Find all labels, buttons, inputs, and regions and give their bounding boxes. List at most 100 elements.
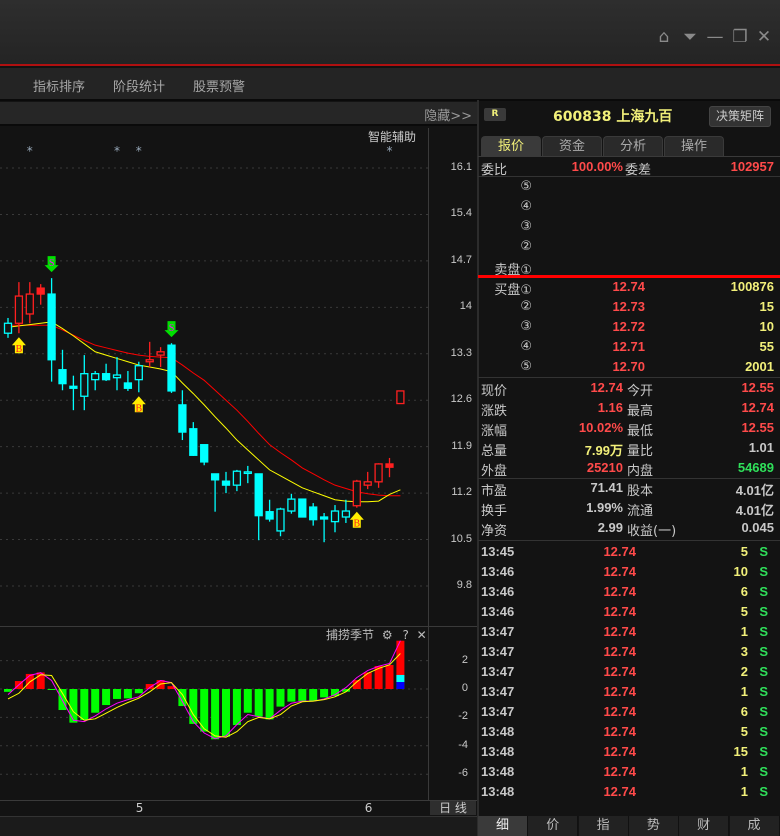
trade-volume: 6 (740, 584, 748, 599)
kline-chart[interactable]: B S B S B * * * * (0, 0, 428, 836)
trade-row: 13:47 12.74 1 S (478, 682, 780, 702)
stat-value: 12.55 (741, 380, 774, 395)
x-axis (0, 800, 478, 815)
smart-assist-button[interactable]: 智能辅助 (368, 128, 416, 145)
candle-body (396, 390, 405, 405)
candle (374, 463, 383, 488)
trade-side: S (759, 664, 768, 679)
stat-row: 市盈 71.41 股本 4.01亿 (478, 478, 780, 499)
indicator-tick-label: 0 (461, 682, 468, 694)
tab-2[interactable]: 分析 (603, 136, 663, 156)
sell-signal-label: S (169, 323, 175, 334)
bottom-tab-2[interactable]: 指 (578, 816, 629, 836)
candle-body (341, 510, 351, 518)
trade-time: 13:46 (481, 564, 515, 579)
stat-value: 7.99万 (584, 443, 623, 458)
trade-time: 13:48 (481, 744, 515, 759)
stat-value: 71.41 (590, 480, 623, 495)
trade-volume: 1 (740, 684, 748, 699)
trade-side: S (759, 744, 768, 759)
candle-body (243, 471, 252, 475)
trade-side: S (759, 704, 768, 719)
hide-panel-button[interactable]: 隐藏>> (424, 105, 472, 124)
trade-time: 13:47 (481, 684, 515, 699)
home-icon[interactable]: ⌂ (654, 28, 674, 46)
bid-price: 12.70 (612, 359, 645, 374)
candle-body (47, 293, 56, 361)
ask-row: ④ (478, 197, 780, 217)
stat-label: 市盈 (481, 484, 508, 499)
stat-value: 0.045 (741, 520, 774, 535)
x-tick-label: 6 (364, 801, 373, 815)
trade-time: 13:46 (481, 584, 515, 599)
stat-row: 净资 2.99 收益(一) 0.045 (478, 518, 780, 539)
help-icon[interactable]: ? (402, 628, 408, 642)
decision-matrix-button[interactable]: 决策矩阵 (709, 106, 771, 127)
candle-body (232, 470, 242, 486)
close-indicator-icon[interactable]: ✕ (417, 628, 427, 642)
gear-icon[interactable]: ⚙ (382, 628, 393, 642)
indicator-tick-label: -2 (458, 710, 468, 723)
star-marker-icon: * (387, 144, 393, 158)
trade-time: 13:45 (481, 544, 515, 559)
tab-1[interactable]: 资金 (542, 136, 602, 156)
order-ratio-row: 委比 100.00% 委差 102957 (478, 157, 780, 178)
stat-value: 2.99 (597, 520, 623, 535)
candle-body (298, 498, 307, 518)
candle-body (330, 510, 340, 523)
trade-price: 12.74 (603, 564, 636, 579)
sell-signal-label: S (49, 258, 55, 269)
bottom-tab-3[interactable]: 势 (628, 816, 679, 836)
tab-0[interactable]: 报价 (481, 136, 541, 156)
trade-time: 13:48 (481, 764, 515, 779)
bottom-tab-0[interactable]: 细 (478, 816, 528, 836)
indicator-bar (4, 689, 12, 692)
trade-row: 13:46 12.74 5 S (478, 602, 780, 622)
indicator-bar (265, 689, 274, 720)
trade-price: 12.74 (603, 704, 636, 719)
bottom-tab-5[interactable]: 成 (729, 816, 780, 836)
bid-volume: 100876 (730, 279, 774, 294)
indicator-bar (69, 689, 78, 723)
dropdown-icon[interactable]: ⏷ (680, 28, 700, 46)
indicator-name[interactable]: 捕捞季节 (326, 628, 374, 642)
stat-row: 总量 7.99万 量比 1.01 (478, 438, 780, 459)
trade-price: 12.74 (603, 544, 636, 559)
indicator-bar (243, 689, 252, 713)
price-tick-label: 9.8 (456, 579, 472, 591)
indicator-tick-label: -4 (458, 738, 468, 751)
candle (145, 341, 154, 368)
bottom-tab-4[interactable]: 财 (679, 816, 730, 836)
bid-row: ⑤ 12.70 2001 (478, 357, 780, 377)
candle-body (221, 480, 231, 486)
bottom-tab-1[interactable]: 价 (528, 816, 579, 836)
period-button[interactable]: 日 线 (430, 801, 476, 815)
indicator-bar-segment (396, 674, 405, 683)
bid-level-label: ⑤ (520, 359, 532, 374)
candle-body (36, 287, 45, 295)
trade-side: S (759, 644, 768, 659)
candle (167, 343, 176, 393)
tab-3[interactable]: 操作 (664, 136, 724, 156)
candle-body (167, 344, 176, 392)
price-tick-label: 13.3 (450, 346, 472, 359)
minimize-icon[interactable]: — (705, 28, 725, 46)
indicator-bar (232, 689, 241, 726)
candle-body (112, 374, 122, 379)
indicator-bar (222, 689, 230, 737)
trade-volume: 10 (733, 564, 748, 579)
candle (276, 507, 285, 537)
candle (265, 499, 274, 522)
buy-signal-label: B (16, 344, 23, 355)
restore-icon[interactable]: ❐ (730, 28, 750, 46)
candle-body (178, 404, 187, 433)
stat-value: 1.99% (586, 500, 623, 515)
candle (330, 505, 340, 533)
trade-time: 13:47 (481, 664, 515, 679)
trade-volume: 1 (740, 784, 748, 799)
close-icon[interactable]: ✕ (754, 28, 774, 46)
indicator-bar (91, 689, 100, 713)
indicator-bar (47, 689, 56, 690)
candle-body (101, 373, 111, 381)
trade-volume: 15 (733, 744, 748, 759)
